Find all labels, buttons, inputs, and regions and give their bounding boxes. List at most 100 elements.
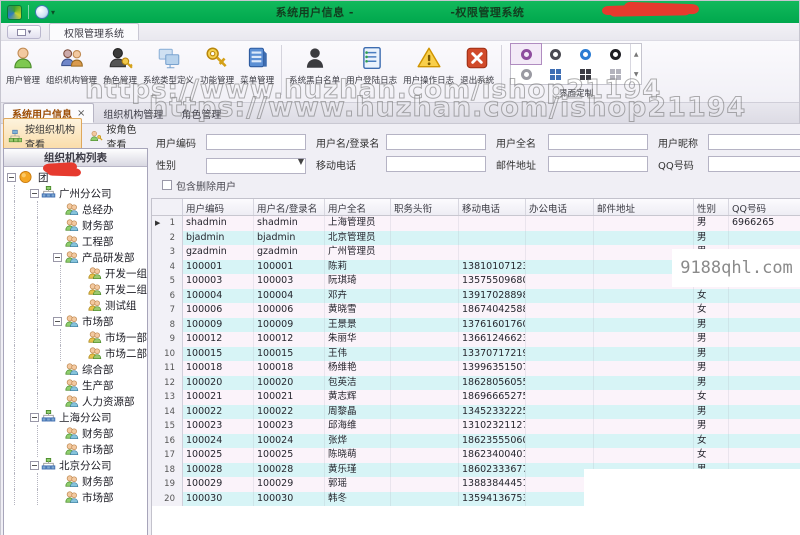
toolbar-button-key[interactable]: 功能管理 <box>197 43 237 95</box>
tree-node-综合部[interactable]: 综合部 <box>7 361 147 377</box>
column-header-职务头衔[interactable]: 职务头衔 <box>391 199 459 215</box>
tree-guide <box>37 233 53 249</box>
tree-node-广州分公司[interactable]: 广州分公司 <box>7 185 147 201</box>
tree-node-生产部[interactable]: 生产部 <box>7 377 147 393</box>
column-header-邮件地址[interactable]: 邮件地址 <box>594 199 694 215</box>
tree-node-人力资源部[interactable]: 人力资源部 <box>7 393 147 409</box>
toolbar-button-blacklist[interactable]: 系统黑白名单 <box>286 43 343 95</box>
tree-node-财务部[interactable]: 财务部 <box>7 473 147 489</box>
tree-node-市场二部[interactable]: 市场二部 <box>7 345 147 361</box>
collapse-icon[interactable] <box>30 413 39 422</box>
quick-access-button[interactable]: ▾ <box>7 25 41 39</box>
cell: 100025 <box>254 448 325 463</box>
toolbar-button-org-users[interactable]: 组织机构管理 <box>43 43 100 95</box>
table-row[interactable]: 8100009100009王景景13761601760男 <box>152 318 800 333</box>
tree-node-市场一部[interactable]: 市场一部 <box>7 329 147 345</box>
tree-guide <box>14 473 30 489</box>
scroll-up-icon[interactable]: ▲ <box>631 44 641 64</box>
collapse-icon[interactable] <box>53 253 62 262</box>
theme-grid-gray[interactable] <box>600 64 630 84</box>
table-row[interactable]: 7100006100006黄晓雪18674042588女 <box>152 303 800 318</box>
filter-input-邮件地址[interactable] <box>548 156 648 172</box>
table-row[interactable]: 14100022100022周黎晶13452332225男 <box>152 405 800 420</box>
scroll-down-icon[interactable]: ▼ <box>631 64 641 84</box>
toolbar-button-menu[interactable]: 菜单管理 <box>237 43 277 95</box>
column-header-移动电话[interactable]: 移动电话 <box>459 199 526 215</box>
cell: 100028 <box>254 463 325 478</box>
tree-node-总经办[interactable]: 总经办 <box>7 201 147 217</box>
tree-node-上海分公司[interactable]: 上海分公司 <box>7 409 147 425</box>
tree-node-团[interactable]: 团 <box>7 169 147 185</box>
collapse-icon[interactable] <box>7 173 16 182</box>
table-row[interactable]: 4100001100001陈莉13810107123 <box>152 260 800 275</box>
table-row[interactable]: 11100018100018杨维艳13996351507男 <box>152 361 800 376</box>
gender-select-input[interactable] <box>206 158 306 174</box>
table-row[interactable]: 6100004100004邓卉13917028898女 <box>152 289 800 304</box>
filter-input-移动电话[interactable] <box>386 156 486 172</box>
filter-input-用户名/登录名[interactable] <box>386 134 486 150</box>
toolbar-button-role[interactable]: 角色管理 <box>100 43 140 95</box>
tree-node-市场部[interactable]: 市场部 <box>7 489 147 505</box>
tree-node-产品研发部[interactable]: 产品研发部 <box>7 249 147 265</box>
gender-select[interactable]: ▼ <box>206 154 306 175</box>
theme-office-purple[interactable] <box>511 44 541 64</box>
table-row[interactable]: 19100029100029郭瑶13883844451 <box>152 477 800 492</box>
collapse-icon[interactable] <box>53 317 62 326</box>
table-row[interactable]: 10100015100015王伟13370717219男 <box>152 347 800 362</box>
tree-node-开发二组[interactable]: 开发二组 <box>7 281 147 297</box>
cell <box>594 448 694 463</box>
theme-office-dark[interactable] <box>541 44 571 64</box>
column-header-用户名/登录名[interactable]: 用户名/登录名 <box>254 199 325 215</box>
table-row[interactable]: 17100025100025陈晓萌18623400401女 <box>152 448 800 463</box>
column-header-用户全名[interactable]: 用户全名 <box>325 199 391 215</box>
table-row[interactable]: 15100023100023邱海维13102321127男 <box>152 419 800 434</box>
table-row[interactable]: 5100003100003阮琪琦13575509680 <box>152 274 800 289</box>
theme-office-black[interactable] <box>600 44 630 64</box>
tree-node-工程部[interactable]: 工程部 <box>7 233 147 249</box>
theme-grid-dark[interactable] <box>571 64 601 84</box>
tree-node-财务部[interactable]: 财务部 <box>7 217 147 233</box>
tree-node-财务部[interactable]: 财务部 <box>7 425 147 441</box>
filter-input-用户编码[interactable] <box>206 134 306 150</box>
tree-guide <box>14 185 30 201</box>
toolbar-button-exit[interactable]: 退出系统 <box>457 43 497 95</box>
tree-node-市场部[interactable]: 市场部 <box>7 441 147 457</box>
filter-input-QQ号码[interactable] <box>708 156 800 172</box>
toolbar-button-login-log[interactable]: 用户登陆日志 <box>343 43 400 95</box>
close-icon[interactable]: × <box>77 108 85 119</box>
toolbar-button-user[interactable]: 用户管理 <box>3 43 43 95</box>
cell <box>729 448 800 463</box>
table-row[interactable]: 13100021100021黄志辉18696665275女 <box>152 390 800 405</box>
ribbon-tab[interactable]: 权限管理系统 <box>49 23 139 40</box>
tree-node-北京分公司[interactable]: 北京分公司 <box>7 457 147 473</box>
column-header-性别[interactable]: 性别 <box>694 199 729 215</box>
column-header-QQ号码[interactable]: QQ号码 <box>729 199 800 215</box>
column-header-办公电话[interactable]: 办公电话 <box>526 199 594 215</box>
column-header-用户编码[interactable]: 用户编码 <box>183 199 254 215</box>
table-row[interactable]: 9100012100012朱丽华13661246623男 <box>152 332 800 347</box>
toolbar-button-computers[interactable]: 系统类型定义 <box>140 43 197 95</box>
theme-grid-blue[interactable] <box>541 64 571 84</box>
tree-node-开发一组[interactable]: 开发一组 <box>7 265 147 281</box>
table-row[interactable]: 18100028100028黄乐瑾18602333677男 <box>152 463 800 478</box>
table-row[interactable]: ▶1shadminshadmin上海管理员男6966265 <box>152 216 800 231</box>
collapse-icon[interactable] <box>30 189 39 198</box>
theme-office-blue[interactable] <box>571 44 601 64</box>
computers-icon <box>156 45 182 71</box>
filter-input-用户昵称[interactable] <box>708 134 800 150</box>
theme-office-gray[interactable] <box>511 64 541 84</box>
table-row[interactable]: 12100020100020包英洁18628056055男 <box>152 376 800 391</box>
table-row[interactable]: 16100024100024张烨18623555060女 <box>152 434 800 449</box>
table-row[interactable]: 3gzadmingzadmin广州管理员男 <box>152 245 800 260</box>
tab-角色管理[interactable]: 角色管理 <box>172 103 230 123</box>
table-row[interactable]: 2bjadminbjadmin北京管理员男 <box>152 231 800 246</box>
toolbar-button-warning[interactable]: 用户操作日志 <box>400 43 457 95</box>
include-deleted-checkbox[interactable] <box>162 180 172 190</box>
toolbar-button-label: 退出系统 <box>460 74 494 86</box>
tree-node-测试组[interactable]: 测试组 <box>7 297 147 313</box>
tree-node-市场部[interactable]: 市场部 <box>7 313 147 329</box>
filter-input-用户全名[interactable] <box>548 134 648 150</box>
collapse-icon[interactable] <box>30 461 39 470</box>
table-row[interactable]: 20100030100030韩冬13594136753 <box>152 492 800 507</box>
cell: 100004 <box>254 289 325 304</box>
